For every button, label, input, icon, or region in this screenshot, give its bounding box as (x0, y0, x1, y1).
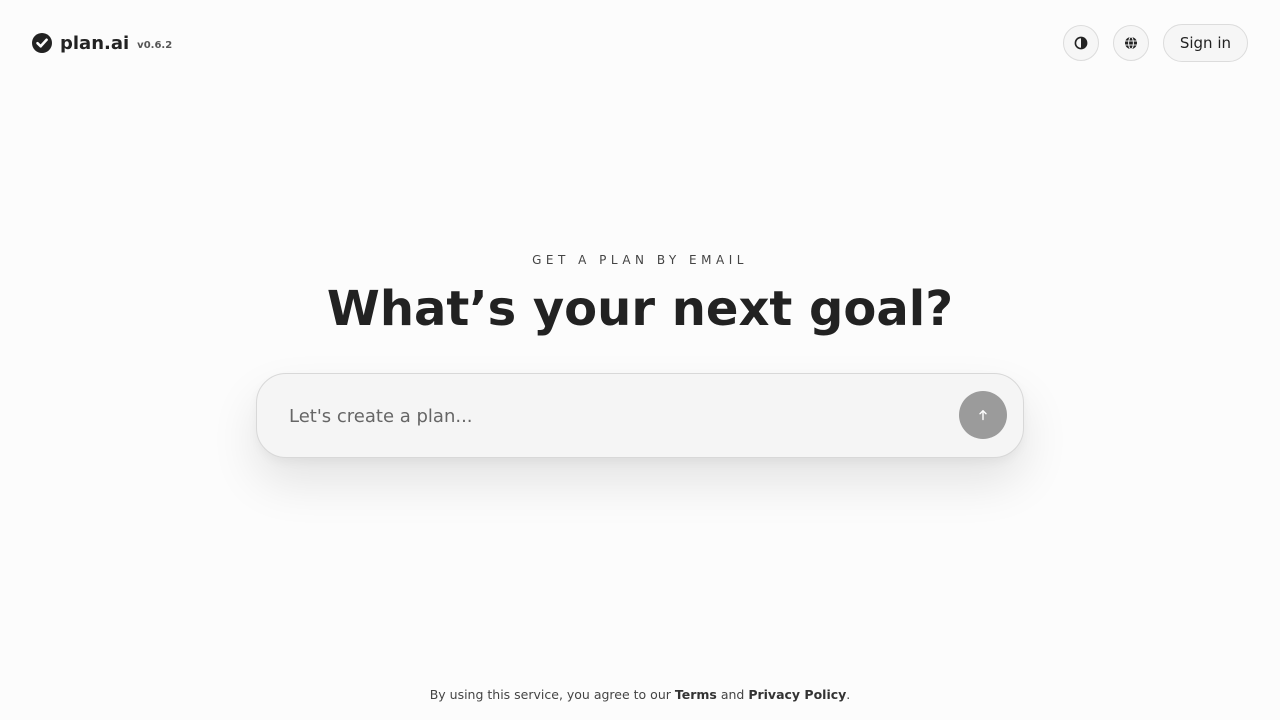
footer-prefix: By using this service, you agree to our (429, 687, 675, 702)
plan-prompt-input[interactable] (289, 398, 929, 434)
theme-toggle-button[interactable] (1062, 25, 1099, 61)
language-button[interactable] (1112, 25, 1149, 61)
footer-suffix: . (846, 687, 851, 702)
eyebrow-label: GET A PLAN BY EMAIL (532, 253, 748, 267)
version-label: v0.6.2 (137, 39, 173, 51)
contrast-icon (1074, 36, 1088, 50)
header-actions: Sign in (1062, 24, 1248, 62)
send-button[interactable] (959, 391, 1007, 439)
logo-text: plan.ai (60, 32, 130, 54)
arrow-up-icon (977, 406, 989, 425)
page: plan.ai v0.6.2 Sign in GET A PLAN BY EMA… (0, 0, 1280, 720)
check-circle-icon (32, 33, 52, 53)
footer-and: and (716, 687, 749, 702)
page-title: What’s your next goal? (326, 281, 954, 337)
globe-icon (1124, 36, 1138, 50)
footer-notice: By using this service, you agree to our … (0, 687, 1280, 702)
logo[interactable]: plan.ai v0.6.2 (32, 32, 172, 54)
terms-link[interactable]: Terms (675, 687, 717, 702)
prompt-box (256, 373, 1024, 458)
privacy-policy-link[interactable]: Privacy Policy (748, 687, 846, 702)
sign-in-button[interactable]: Sign in (1162, 24, 1248, 62)
